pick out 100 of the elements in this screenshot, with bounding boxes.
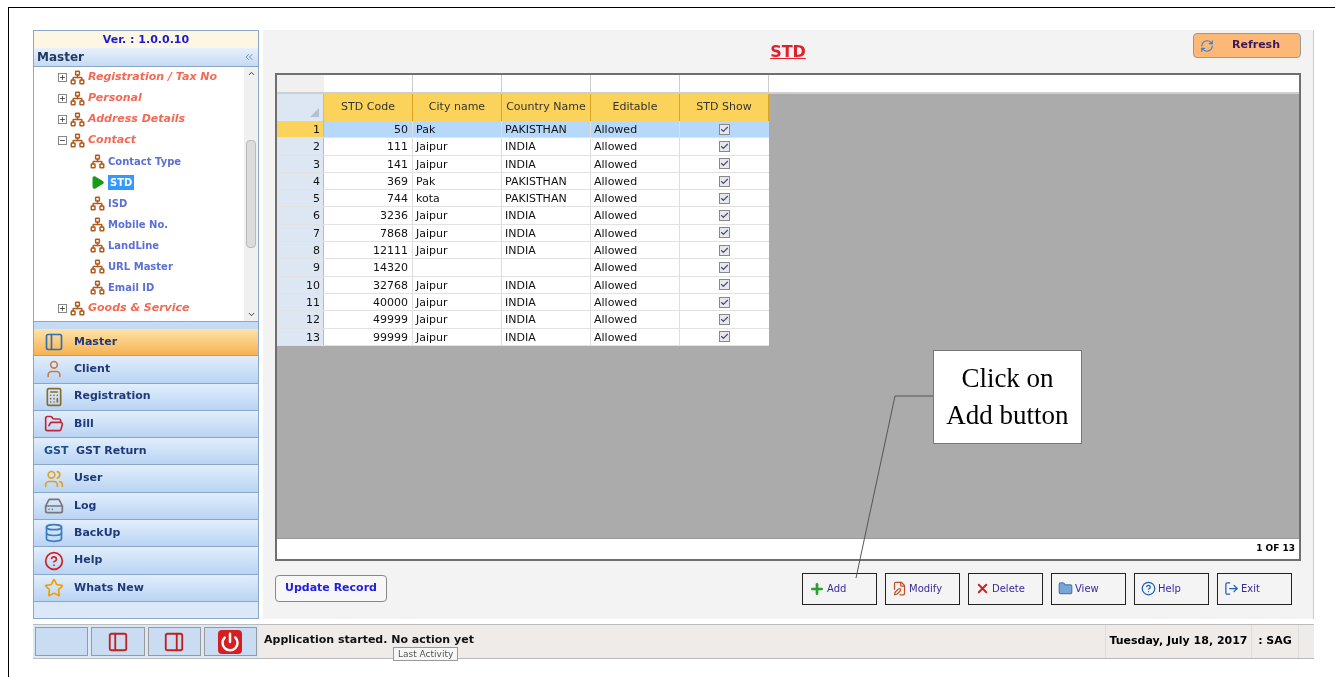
tree-node-icon [90, 217, 105, 232]
expander-icon[interactable] [58, 94, 67, 103]
action-button[interactable]: Help [1134, 572, 1209, 605]
nav-item[interactable]: Registration [34, 383, 258, 411]
column-header[interactable]: STD Show [680, 94, 769, 121]
nav-item[interactable]: Master [34, 329, 258, 357]
column-header[interactable]: Country Name [502, 94, 591, 121]
checkbox[interactable] [719, 140, 730, 152]
checkbox[interactable] [719, 296, 730, 308]
row-number: 8 [277, 242, 324, 259]
tree-item[interactable]: Email ID [108, 280, 155, 295]
table-cell: 49999 [324, 311, 413, 328]
checkbox[interactable] [719, 227, 730, 239]
nav-item[interactable]: Whats New [34, 574, 258, 602]
tree-item[interactable]: LandLine [108, 238, 160, 253]
table-cell: Allowed [591, 138, 680, 155]
table-cell: Jaipur [416, 140, 448, 154]
table-cell: Jaipur [416, 209, 448, 223]
action-button[interactable]: Add [802, 572, 877, 605]
refresh-button[interactable]: Refresh [1193, 33, 1301, 58]
table-cell: 3236 [324, 207, 413, 224]
column-header[interactable]: STD Code [324, 94, 413, 121]
tree-item[interactable]: ISD [108, 196, 128, 211]
row-number: 6 [277, 207, 324, 224]
checkbox[interactable] [719, 210, 730, 222]
scroll-up-icon[interactable] [246, 69, 256, 78]
table-cell: 14320 [324, 259, 413, 276]
checkbox[interactable] [719, 279, 730, 291]
nav-item[interactable]: User [34, 465, 258, 493]
update-record-button[interactable]: Update Record [275, 575, 387, 602]
close-icon [975, 581, 990, 596]
filter-row-header [277, 75, 324, 92]
panel-button[interactable] [91, 627, 145, 656]
tree-item[interactable]: Contact Type [108, 154, 182, 169]
expander-icon[interactable] [58, 136, 67, 145]
row-number: 5 [277, 190, 324, 207]
collapse-icon[interactable] [243, 51, 255, 63]
table-cell: PAKISTHAN [505, 123, 567, 136]
column-header[interactable]: Editable [591, 94, 680, 121]
table-cell: Jaipur [416, 278, 448, 292]
refresh-icon [1200, 38, 1214, 53]
tree-node-icon [90, 259, 105, 274]
table-cell: 111 [324, 138, 413, 155]
scroll-down-icon[interactable] [246, 310, 256, 319]
column-header[interactable]: City name [413, 94, 502, 121]
nav-item[interactable]: BackUp [34, 520, 258, 548]
table-cell: 369 [324, 172, 413, 190]
table-cell: INDIA [505, 226, 536, 240]
table-cell: Jaipur [416, 226, 448, 240]
panel-button[interactable] [147, 627, 201, 656]
page-title: STD [770, 40, 806, 63]
checkbox[interactable] [719, 123, 730, 135]
right-panel-icon [163, 630, 186, 653]
expander-icon[interactable] [58, 73, 67, 82]
checkbox[interactable] [719, 244, 730, 256]
tree-item[interactable]: URL Master [108, 259, 173, 274]
nav-icon [44, 468, 64, 489]
power-button[interactable] [203, 627, 257, 656]
checkbox[interactable] [719, 313, 730, 325]
table-cell: INDIA [505, 278, 536, 292]
table-cell: Allowed [591, 259, 680, 276]
table-cell: Allowed [591, 276, 680, 293]
table-cell: INDIA [505, 157, 536, 171]
table-cell: Allowed [591, 293, 680, 311]
action-button[interactable]: Modify [885, 572, 960, 605]
table-cell: Pak [416, 123, 436, 136]
tree-node-icon [70, 301, 85, 316]
nav-item[interactable]: Log [34, 492, 258, 521]
action-button[interactable]: View [1051, 572, 1126, 605]
nav-icon [44, 386, 64, 407]
exit-door-icon [1224, 581, 1239, 596]
action-button[interactable]: Exit [1217, 572, 1292, 605]
nav-icon [44, 523, 64, 544]
nav-item[interactable]: Help [34, 547, 258, 575]
scrollbar[interactable] [244, 67, 258, 321]
nav-item[interactable]: Client [34, 356, 258, 384]
checkbox[interactable] [719, 158, 730, 170]
tooltip: Last Activity [393, 647, 459, 662]
folder-icon [1058, 581, 1073, 596]
checkbox[interactable] [719, 331, 730, 343]
checkbox[interactable] [719, 262, 730, 273]
nav-item[interactable]: GST GST Return [34, 438, 258, 466]
table-cell: INDIA [505, 140, 536, 154]
row-number: 2 [277, 138, 324, 155]
row-number: 1 [277, 121, 324, 138]
table-cell: 12111 [324, 242, 413, 259]
expander-icon[interactable] [58, 304, 67, 313]
nav-item[interactable]: Bill [34, 410, 258, 439]
action-button[interactable]: Delete [968, 572, 1043, 605]
checkbox[interactable] [719, 175, 730, 187]
table-cell: PAKISTHAN [505, 192, 567, 206]
page-indicator: 1 OF 13 [1256, 542, 1295, 556]
table-cell: INDIA [505, 330, 536, 344]
play-icon [90, 175, 105, 190]
version-label: Ver. : 1.0.0.10 [34, 31, 258, 48]
table-cell: INDIA [505, 295, 536, 309]
table-cell: Jaipur [416, 330, 448, 344]
tree-item[interactable]: Mobile No. [108, 217, 169, 232]
checkbox[interactable] [719, 192, 730, 204]
expander-icon[interactable] [58, 115, 67, 124]
